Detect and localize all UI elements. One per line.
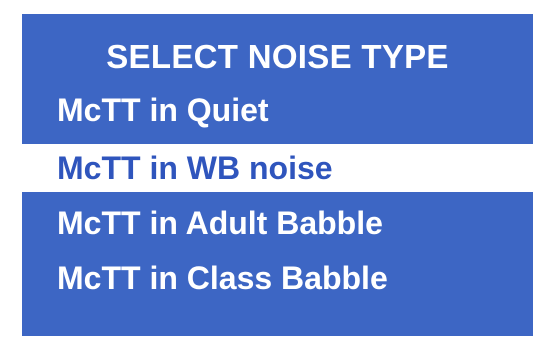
menu-item-wb-noise[interactable]: McTT in WB noise [22,144,533,192]
menu-item-adult-babble[interactable]: McTT in Adult Babble [22,199,533,247]
noise-type-menu: SELECT NOISE TYPE McTT in Quiet McTT in … [22,14,533,336]
menu-title: SELECT NOISE TYPE [106,38,449,75]
menu-item-quiet[interactable]: McTT in Quiet [22,86,533,134]
menu-item-class-babble[interactable]: McTT in Class Babble [22,254,533,302]
